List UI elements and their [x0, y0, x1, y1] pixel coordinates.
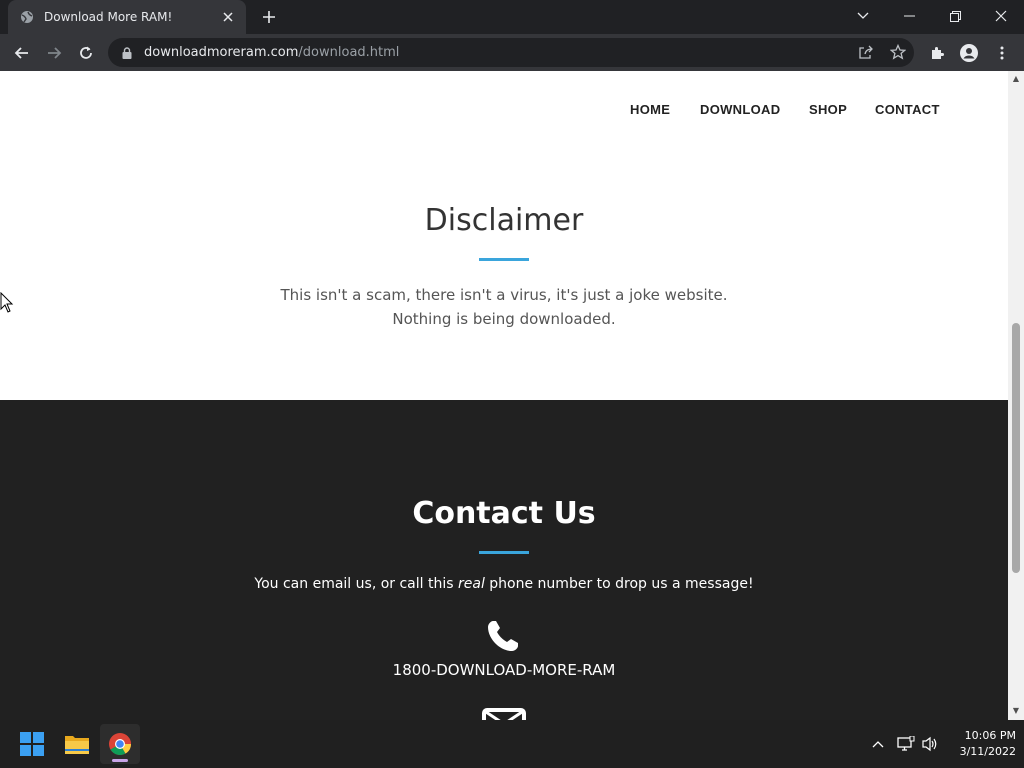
tab-search-icon[interactable] [840, 0, 886, 32]
taskbar: 10:06 PM 3/11/2022 [0, 720, 1024, 768]
minimize-icon[interactable] [886, 0, 932, 32]
profile-icon[interactable] [955, 39, 983, 67]
extensions-icon[interactable] [923, 39, 951, 67]
envelope-icon[interactable] [482, 708, 526, 720]
browser-toolbar: downloadmoreram.com/download.html [0, 34, 1024, 71]
bookmark-star-icon[interactable] [890, 44, 906, 60]
url-host: downloadmoreram.com [144, 45, 299, 60]
contact-text-end: phone number to drop us a message! [484, 576, 754, 592]
clock-date: 3/11/2022 [959, 745, 1016, 758]
address-bar[interactable]: downloadmoreram.com/download.html [108, 38, 914, 67]
disclaimer-heading: Disclaimer [424, 203, 584, 238]
url-path: /download.html [298, 45, 400, 60]
forward-icon[interactable] [40, 39, 68, 67]
start-windows-icon[interactable] [12, 724, 52, 764]
contact-text-emphasis: real [458, 576, 485, 592]
contact-text-start: You can email us, or call this [254, 576, 458, 592]
lock-icon[interactable] [122, 46, 132, 59]
site-navbar: HOME DOWNLOAD SHOP CONTACT [0, 71, 1008, 153]
clock-time: 10:06 PM [964, 729, 1016, 742]
system-clock[interactable]: 10:06 PM 3/11/2022 [944, 728, 1016, 760]
scroll-thumb[interactable] [1012, 323, 1020, 573]
close-window-icon[interactable] [978, 0, 1024, 32]
tab-title: Download More RAM! [44, 10, 173, 24]
show-hidden-icons-chevron-icon[interactable] [868, 734, 888, 754]
disclaimer-line-2: Nothing is being downloaded. [392, 310, 616, 328]
nav-contact-link[interactable]: CONTACT [875, 102, 940, 117]
phone-icon [485, 618, 521, 654]
heading-divider [479, 258, 529, 261]
scroll-down-icon[interactable]: ▼ [1012, 707, 1020, 715]
share-icon[interactable] [858, 45, 874, 60]
page-scrollbar[interactable]: ▲ ▼ [1008, 71, 1024, 720]
phone-number[interactable]: 1800-DOWNLOAD-MORE-RAM [0, 661, 1008, 679]
active-app-indicator [112, 759, 128, 762]
menu-kebab-icon[interactable] [988, 39, 1016, 67]
browser-tab-strip: Download More RAM! [0, 0, 1024, 34]
back-icon[interactable] [8, 39, 36, 67]
nav-download-link[interactable]: DOWNLOAD [700, 102, 780, 117]
contact-heading: Contact Us [412, 496, 596, 531]
globe-icon [20, 10, 34, 24]
disclaimer-section: Disclaimer This isn't a scam, there isn'… [0, 153, 1008, 400]
nav-shop-link[interactable]: SHOP [809, 102, 847, 117]
browser-tab[interactable]: Download More RAM! [8, 0, 246, 34]
new-tab-icon[interactable] [258, 6, 280, 28]
restore-icon[interactable] [932, 0, 978, 32]
nav-home-link[interactable]: HOME [630, 102, 670, 117]
volume-icon[interactable] [920, 734, 940, 754]
contact-section: Contact Us You can email us, or call thi… [0, 400, 1008, 720]
reload-icon[interactable] [72, 39, 100, 67]
page-viewport: HOME DOWNLOAD SHOP CONTACT Disclaimer Th… [0, 71, 1008, 720]
close-tab-icon[interactable] [220, 9, 236, 25]
contact-description: You can email us, or call this real phon… [0, 576, 1008, 592]
heading-divider [479, 551, 529, 554]
scroll-up-icon[interactable]: ▲ [1012, 75, 1020, 83]
network-icon[interactable] [896, 734, 916, 754]
disclaimer-line-1: This isn't a scam, there isn't a virus, … [280, 286, 728, 304]
chrome-icon[interactable] [100, 724, 140, 764]
mouse-cursor-icon [0, 291, 14, 314]
file-explorer-icon[interactable] [57, 724, 97, 764]
disclaimer-text: This isn't a scam, there isn't a virus, … [0, 283, 1008, 331]
